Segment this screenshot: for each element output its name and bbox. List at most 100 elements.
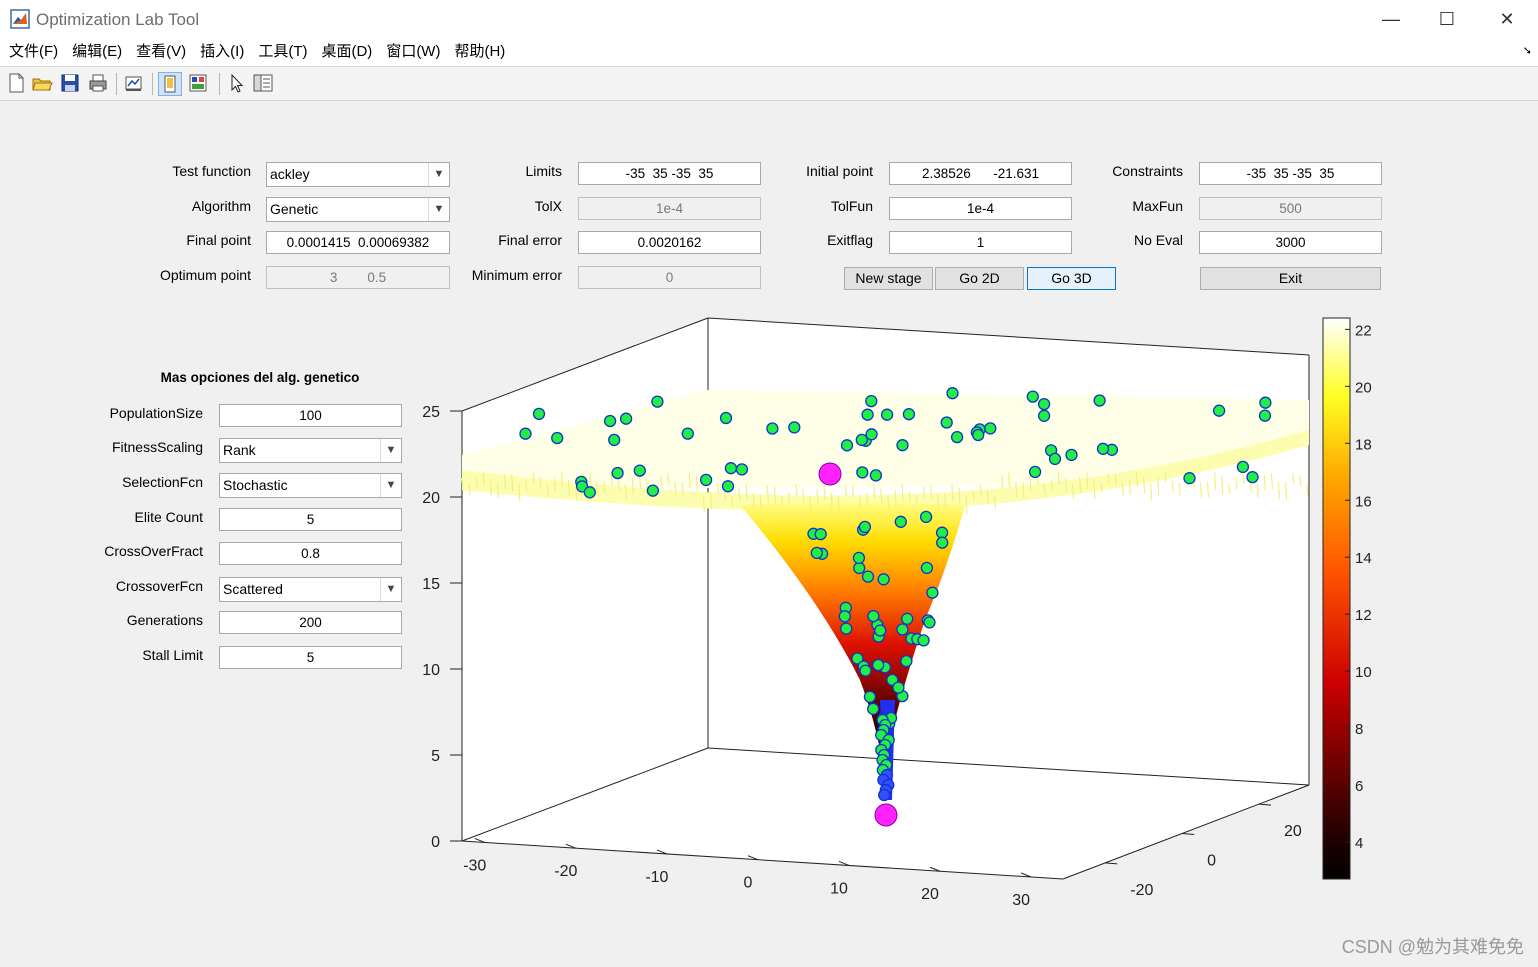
population-point <box>532 407 546 421</box>
population-point <box>878 788 891 802</box>
population-point <box>926 586 939 599</box>
population-point <box>917 634 930 647</box>
final-best-point <box>874 803 898 827</box>
y-tick-label: -20 <box>1130 882 1153 899</box>
colorbar-bar <box>1322 317 1351 880</box>
population-point <box>583 486 596 499</box>
population-point <box>874 624 887 637</box>
z-tick-label: 25 <box>422 404 440 421</box>
population-point <box>880 408 894 421</box>
population-point <box>735 463 749 476</box>
population-point <box>840 439 854 452</box>
population-point <box>896 623 909 636</box>
population-point <box>902 408 916 421</box>
population-point <box>855 433 868 447</box>
population-point <box>646 484 660 497</box>
population-point <box>859 664 872 677</box>
y-tick <box>1182 832 1195 835</box>
colorbar-tick-label: 16 <box>1355 493 1372 510</box>
y-tick-label: 0 <box>1207 852 1216 869</box>
colorbar-tick-label: 20 <box>1355 379 1372 396</box>
x-tick-label: 10 <box>830 880 848 897</box>
population-point <box>856 466 869 479</box>
population-point <box>920 561 934 575</box>
population-point <box>619 412 633 425</box>
z-tick-label: 10 <box>422 662 440 679</box>
population-point <box>840 622 853 635</box>
population-point <box>1259 396 1272 409</box>
population-point <box>861 408 874 421</box>
population-point <box>1096 442 1110 455</box>
population-point <box>810 546 823 560</box>
colorbar[interactable]: 4 6 8 10 12 14 16 18 20 22 <box>1322 317 1372 880</box>
y-tick-label: 20 <box>1284 823 1302 840</box>
x-tick-label: 30 <box>1012 892 1030 909</box>
population-point <box>1212 404 1226 417</box>
population-point <box>901 612 914 625</box>
population-point <box>919 510 933 524</box>
population-point <box>603 414 617 428</box>
population-point <box>896 439 909 452</box>
z-tick-label: 0 <box>431 834 440 851</box>
population-point <box>877 573 890 586</box>
colorbar-tick-label: 12 <box>1355 607 1372 624</box>
population-point <box>984 422 997 435</box>
population-point <box>861 570 875 583</box>
population-point <box>853 561 866 575</box>
colorbar-tick-label: 22 <box>1355 322 1372 339</box>
population-point <box>1065 448 1078 462</box>
population-point <box>852 551 866 565</box>
population-point <box>1093 394 1106 407</box>
population-point <box>766 422 779 435</box>
population-point <box>936 536 949 549</box>
population-point <box>721 480 735 493</box>
surface-plot-3d[interactable]: 0 5 10 15 20 25 -30 -20 -10 0 10 20 30 -20 0 20 4 6 8 10 12… <box>0 0 1538 967</box>
z-tick-label: 20 <box>422 490 440 507</box>
population-point <box>551 431 564 445</box>
initial-best-point <box>818 462 842 486</box>
population-point <box>892 681 905 694</box>
x-tick-label: 20 <box>921 886 939 903</box>
population-point <box>872 658 885 672</box>
population-point <box>946 387 959 400</box>
population-point <box>724 462 738 475</box>
population-point <box>858 520 872 534</box>
population-point <box>1048 452 1062 466</box>
watermark-text: CSDN @勉为其难免免 <box>1341 937 1524 957</box>
population-point <box>972 428 985 442</box>
colorbar-tick-label: 10 <box>1355 664 1372 681</box>
population-point <box>1026 390 1039 403</box>
x-tick-label: 0 <box>743 875 752 892</box>
population-point <box>1037 409 1051 422</box>
x-tick-label: -20 <box>554 863 577 880</box>
colorbar-tick-label: 18 <box>1355 436 1372 453</box>
population-point <box>894 515 907 528</box>
population-point <box>681 427 694 440</box>
colorbar-tick-label: 8 <box>1355 721 1363 738</box>
population-point <box>838 610 851 623</box>
population-point <box>923 616 936 629</box>
colorbar-tick-label: 6 <box>1355 778 1363 795</box>
population-point <box>863 690 877 703</box>
population-point <box>867 609 880 623</box>
population-point <box>1037 397 1051 411</box>
population-point <box>699 473 713 487</box>
population-point <box>865 428 878 441</box>
population-point <box>1236 460 1250 474</box>
population-point <box>814 527 827 541</box>
population-point <box>1246 470 1259 484</box>
colorbar-tick-label: 4 <box>1355 835 1363 852</box>
population-point <box>1028 465 1042 479</box>
y-tick <box>1258 803 1272 806</box>
x-tick-label: -10 <box>645 869 668 886</box>
population-point <box>719 411 733 425</box>
population-point <box>950 430 964 444</box>
z-tick-label: 5 <box>431 748 440 765</box>
y-tick <box>1105 862 1118 865</box>
population-point <box>1258 409 1272 422</box>
colorbar-tick-label: 14 <box>1355 550 1372 567</box>
population-point <box>608 433 621 447</box>
population-point <box>1183 472 1196 485</box>
population-point <box>651 395 664 408</box>
population-point <box>519 427 532 440</box>
